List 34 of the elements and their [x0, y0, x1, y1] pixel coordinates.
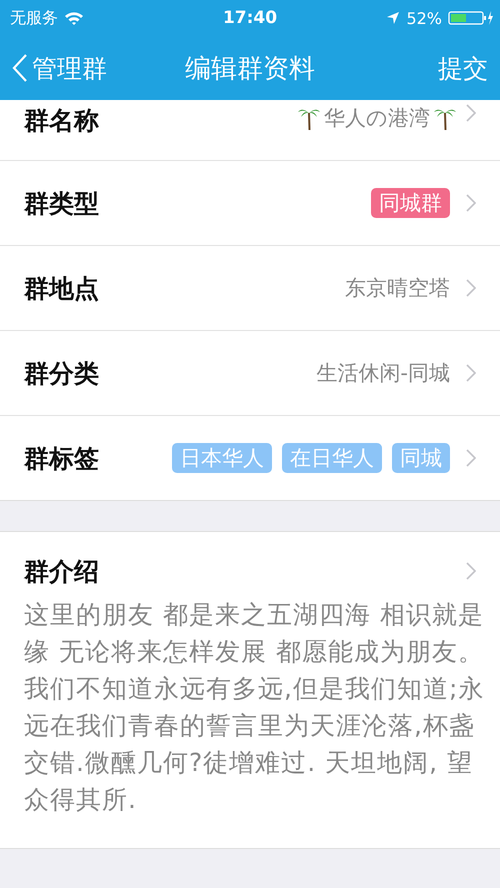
- row-label: 群地点: [24, 272, 99, 304]
- tag-label: 同城群: [371, 188, 450, 218]
- chevron-left-icon: [12, 53, 28, 83]
- row-label: 群标签: [24, 442, 99, 474]
- chevron-right-icon: [466, 364, 476, 382]
- location-arrow-icon: [386, 11, 400, 25]
- tag-label: 在日华人: [282, 443, 382, 473]
- carrier-label: 无服务: [10, 8, 58, 28]
- chevron-right-icon: [466, 449, 476, 467]
- row-label: 群名称: [24, 105, 99, 137]
- row-label: 群类型: [24, 188, 99, 220]
- intro-text: 这里的朋友 都是来之五湖四海 相识就是缘 无论将来怎样发展 都愿能成为朋友。我们不知道永远有多远,但是我们知道;永远在我们青春的誓言里为天涯沦落,杯盏交错.微醺几何?徒增难过. 天坦地阔, 望众得其所.: [24, 599, 486, 816]
- chevron-right-icon: [466, 104, 476, 122]
- settings-row[interactable]: 群分类 生活休闲-同城: [0, 330, 500, 415]
- row-value: 生活休闲-同城: [316, 360, 450, 387]
- chevron-right-icon: [466, 194, 476, 212]
- settings-row[interactable]: 群名称 华人の港湾: [0, 100, 500, 160]
- battery-icon: [448, 10, 494, 26]
- page-title: 编辑群资料: [185, 52, 315, 86]
- settings-row[interactable]: 群类型 同城群: [0, 160, 500, 245]
- row-label: 群分类: [24, 358, 99, 390]
- tag-label: 同城: [392, 443, 450, 473]
- settings-row[interactable]: 群地点 东京晴空塔: [0, 245, 500, 330]
- settings-row[interactable]: 群标签 日本华人 在日华人 同城: [0, 415, 500, 500]
- battery-percent: 52%: [406, 8, 442, 28]
- row-value: 华人の港湾: [324, 105, 430, 132]
- row-label: 群介绍: [24, 556, 99, 588]
- clock-time: 17:40: [222, 8, 278, 28]
- chevron-right-icon: [466, 562, 476, 580]
- chevron-right-icon: [466, 279, 476, 297]
- intro-section[interactable]: 群介绍 这里的朋友 都是来之五湖四海 相识就是缘 无论将来怎样发展 都愿能成为朋友。我们不知道永远有多远,但是我们知道;永远在我们青春的誓言里为天涯沦落,杯盏交错.微醺几何?徒增难过. 天坦地阔, 望众得其所.: [0, 531, 500, 849]
- wifi-icon: [64, 10, 84, 26]
- row-value: 东京晴空塔: [345, 275, 450, 302]
- tag-label: 日本华人: [172, 443, 272, 473]
